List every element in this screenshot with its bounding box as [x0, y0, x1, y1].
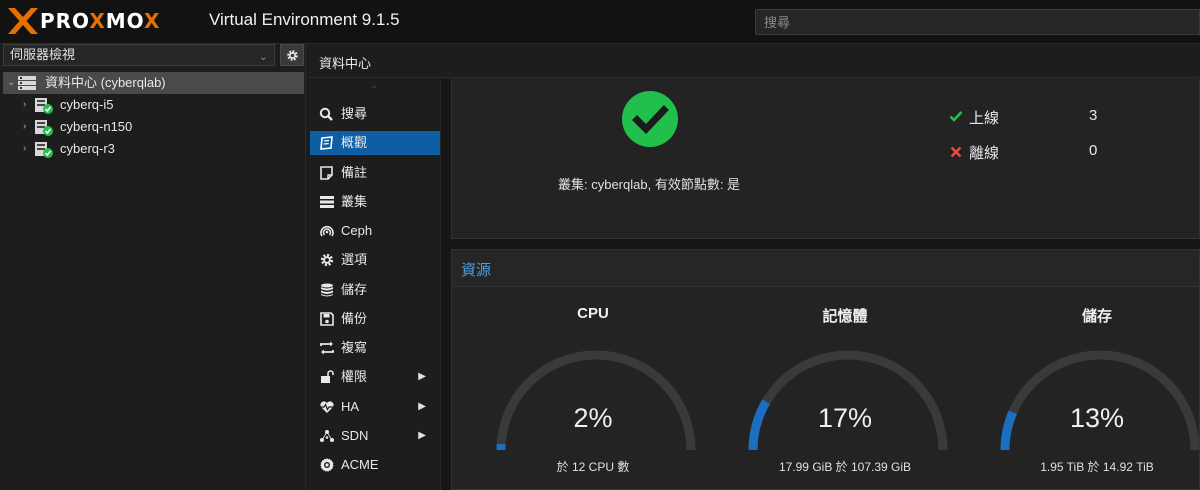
- database-icon: [321, 283, 333, 297]
- cluster-status-text: 叢集: cyberqlab, 有效節點數: 是: [558, 177, 741, 192]
- certificate-icon: [320, 458, 334, 472]
- gauge-title: 記憶體: [822, 308, 868, 325]
- nav-item-backup[interactable]: 備份: [310, 307, 440, 331]
- storage-gauge: 儲存 13% 1.95 TiB 於 14.92 TiB: [972, 287, 1200, 490]
- gauge-value: 2%: [573, 403, 613, 433]
- nodes-offline-count: 0: [1089, 142, 1098, 159]
- gauge-value: 13%: [1069, 403, 1125, 433]
- gauge-arc: [748, 350, 948, 451]
- heartbeat-icon: [320, 401, 334, 413]
- top-header: PROXMOX Virtual Environment 9.1.5: [0, 0, 1200, 44]
- gauge-title: CPU: [577, 305, 609, 322]
- nav-item-search[interactable]: 搜尋: [310, 102, 440, 126]
- chevron-down-icon[interactable]: ⌄: [7, 72, 15, 94]
- submenu-arrow-icon: ▶: [418, 371, 426, 382]
- view-selector[interactable]: 伺服器檢視 ⌄: [3, 44, 275, 66]
- proxmox-x-icon: [8, 8, 38, 34]
- resources-title: 資源: [461, 262, 492, 279]
- proxmox-logo[interactable]: PROXMOX: [8, 8, 160, 34]
- nav-item-acme[interactable]: ACME: [310, 453, 440, 477]
- tree-item-label: cyberq-i5: [60, 97, 114, 112]
- tree-item-label: 資料中心 (cyberqlab): [45, 75, 166, 90]
- chevron-right-icon[interactable]: ›: [23, 94, 26, 116]
- network-icon: [320, 430, 334, 442]
- retweet-icon: [320, 341, 334, 355]
- nav-item-notes[interactable]: 備註: [310, 161, 440, 185]
- node-online-icon: [35, 142, 53, 158]
- submenu-arrow-icon: ▶: [418, 401, 426, 412]
- submenu-arrow-icon: ▶: [418, 430, 426, 441]
- gauge-subtext: 17.99 GiB 於 107.39 GiB: [778, 460, 912, 474]
- tree-item-label: cyberq-r3: [60, 141, 115, 156]
- tree-item-node[interactable]: › cyberq-n150: [3, 116, 304, 138]
- nav-item-overview[interactable]: 概觀: [310, 131, 440, 155]
- resource-tree: ⌄ 資料中心 (cyberqlab) › cyberq-i5 › cyberq-…: [3, 72, 304, 160]
- nav-item-ceph[interactable]: Ceph: [310, 219, 440, 243]
- health-status-panel: 叢集: cyberqlab, 有效節點數: 是 上線 3 離線 0: [451, 79, 1200, 239]
- overview-content: 叢集: cyberqlab, 有效節點數: 是 上線 3 離線 0 資源 CPU…: [441, 79, 1200, 490]
- memory-gauge: 記憶體 17% 17.99 GiB 於 107.39 GiB: [720, 287, 970, 490]
- nav-item-ha[interactable]: HA ▶: [310, 395, 440, 419]
- nav-item-storage[interactable]: 儲存: [310, 278, 440, 302]
- node-online-icon: [35, 98, 53, 114]
- gauge-arc: [1000, 350, 1200, 451]
- tree-item-datacenter[interactable]: ⌄ 資料中心 (cyberqlab): [3, 72, 304, 94]
- chevron-down-icon: ⌄: [258, 51, 268, 63]
- node-online-icon: [35, 120, 53, 136]
- datacenter-icon: [18, 76, 36, 90]
- nodes-online-label: 上線: [969, 110, 1000, 127]
- resources-panel: 資源 CPU 2% 於 12 CPU 數 記憶體 17% 17.99 GiB 於…: [451, 249, 1200, 490]
- nav-item-sdn[interactable]: SDN ▶: [310, 424, 440, 448]
- nav-item-permissions[interactable]: 權限 ▶: [310, 365, 440, 389]
- ceph-icon: [320, 225, 334, 237]
- gauge-arc: [496, 350, 696, 451]
- scroll-up-icon[interactable]: ⌃: [370, 85, 378, 96]
- nodes-online-row: 上線 3: [949, 107, 1149, 127]
- search-icon: [319, 107, 333, 121]
- breadcrumb: 資料中心: [319, 56, 372, 71]
- nodes-offline-row: 離線 0: [949, 142, 1149, 162]
- cluster-ok-icon: [622, 91, 678, 147]
- unlock-icon: [321, 370, 334, 383]
- chevron-right-icon[interactable]: ›: [23, 116, 26, 138]
- cpu-gauge: CPU 2% 於 12 CPU 數: [468, 287, 718, 490]
- tree-settings-button[interactable]: [280, 44, 304, 66]
- tree-item-label: cyberq-n150: [60, 119, 133, 134]
- gauge-title: 儲存: [1081, 308, 1112, 325]
- server-icon: [320, 196, 334, 208]
- gear-icon: [320, 253, 334, 267]
- resource-tree-panel: 伺服器檢視 ⌄ ⌄ 資料中心 (cyberqlab) › cyberq-i5 ›…: [0, 44, 306, 490]
- content-header: 資料中心: [308, 44, 1200, 78]
- gauge-value: 17%: [817, 403, 873, 433]
- nav-item-options[interactable]: 選項: [310, 248, 440, 272]
- view-selector-label: 伺服器檢視: [10, 47, 76, 62]
- floppy-icon: [320, 312, 334, 326]
- product-version: Virtual Environment 9.1.5: [209, 10, 400, 29]
- gauge-subtext: 1.95 TiB 於 14.92 TiB: [1040, 460, 1154, 474]
- cross-icon: [950, 146, 962, 158]
- nodes-online-count: 3: [1089, 107, 1098, 124]
- tree-item-node[interactable]: › cyberq-i5: [3, 94, 304, 116]
- book-icon: [320, 136, 333, 150]
- logo-wordmark: PROXMOX: [40, 9, 161, 33]
- search-input[interactable]: [755, 9, 1200, 35]
- nodes-offline-label: 離線: [969, 145, 1000, 162]
- nav-item-cluster[interactable]: 叢集: [310, 190, 440, 214]
- gauge-subtext: 於 12 CPU 數: [556, 460, 630, 474]
- nav-item-replication[interactable]: 複寫: [310, 336, 440, 360]
- check-icon: [949, 111, 963, 122]
- gear-icon: [286, 49, 298, 61]
- resources-header: 資源: [452, 250, 1199, 287]
- chevron-right-icon[interactable]: ›: [23, 138, 26, 160]
- datacenter-nav-menu: ⌃ 搜尋 概觀 備註 叢集 Ceph 選項 儲存 備份 複寫 權限 ▶ HA ▶…: [308, 79, 441, 490]
- tree-item-node[interactable]: › cyberq-r3: [3, 138, 304, 160]
- note-icon: [320, 166, 333, 180]
